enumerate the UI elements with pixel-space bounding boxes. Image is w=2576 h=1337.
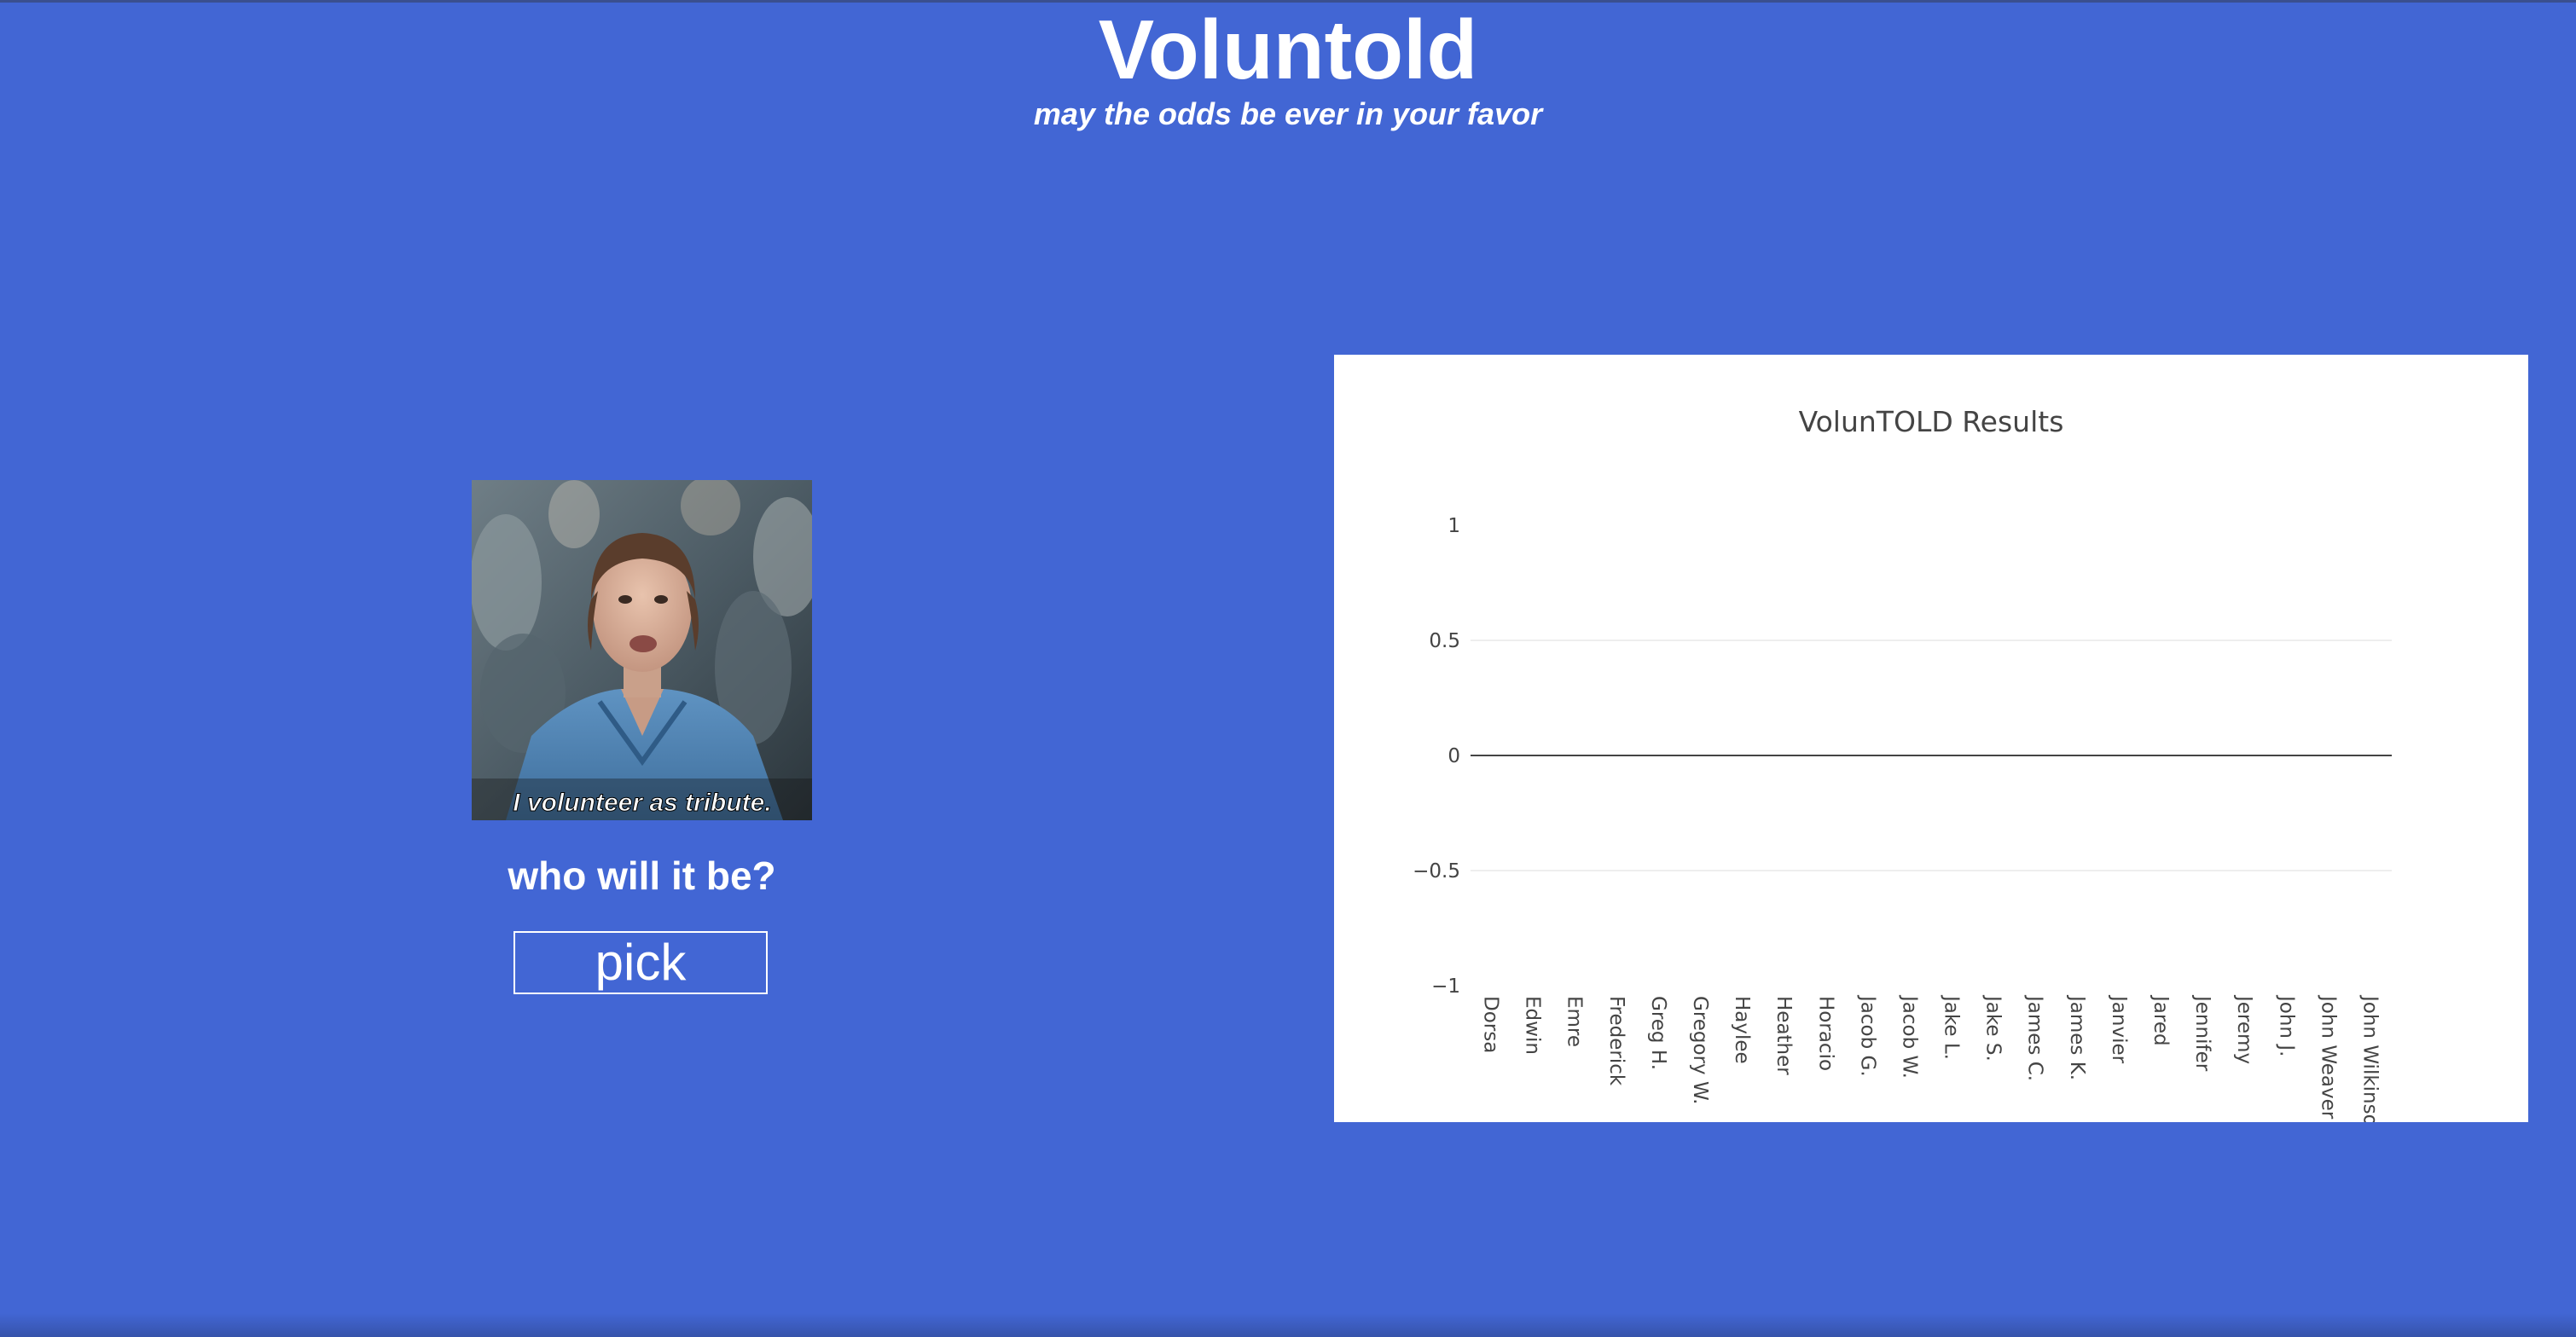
chart-title: VolunTOLD Results [1799,405,2064,438]
x-tick-label: Jennifer [2191,994,2213,1072]
y-tick-label: 0 [1448,745,1460,767]
bottom-shadow [0,1313,2576,1337]
x-tick-label: Greg H. [1647,996,1669,1070]
x-tick-label: Jacob W. [1898,994,1920,1079]
x-tick-label: James K. [2066,994,2088,1080]
x-tick-label: Gregory W. [1689,996,1711,1104]
x-tick-label: John J. [2275,994,2297,1056]
x-tick-label: Jared [2150,994,2172,1046]
gif-caption: I volunteer as tribute. [513,789,771,817]
x-tick-label: Frederick [1605,996,1627,1086]
x-tick-label: Horacio [1814,996,1836,1071]
y-tick-label: 1 [1448,515,1460,537]
y-tick-label: −1 [1431,975,1460,998]
voluntold-page: Voluntold may the odds be ever in your f… [0,0,2576,1337]
x-tick-label: Jacob G. [1856,994,1878,1077]
volunteer-gif-image: I volunteer as tribute. [472,480,812,820]
x-tick-label: Edwin [1522,996,1544,1055]
x-tick-label: John Wilkinson [2358,994,2381,1122]
page-title: Voluntold [1098,3,1478,96]
x-tick-label: Heather [1772,996,1795,1075]
x-tick-label: Dorsa [1480,996,1502,1053]
x-tick-label: Jake S. [1982,994,2005,1062]
x-tick-label: Jeremy [2233,994,2255,1064]
results-chart-svg: VolunTOLD Results 1 0.5 0 −0.5 −1 Dorsa Edwin… [1413,405,2392,1122]
x-tick-label: James C. [2024,994,2046,1081]
y-tick-label: 0.5 [1429,630,1460,652]
results-chart: VolunTOLD Results 1 0.5 0 −0.5 −1 Dorsa Edwin… [1334,355,2528,1122]
x-tick-label: Haylee [1731,996,1753,1064]
x-tick-label: John Weaver [2317,994,2339,1120]
pick-button[interactable]: pick [513,931,768,994]
y-tick-label: −0.5 [1413,860,1460,883]
pick-prompt: who will it be? [508,854,776,898]
x-tick-label: Jake L. [1941,994,1963,1060]
x-tick-label: Emre [1564,996,1586,1047]
page-subtitle: may the odds be ever in your favor [1033,96,1543,131]
x-tick-label: Janvier [2108,994,2130,1064]
